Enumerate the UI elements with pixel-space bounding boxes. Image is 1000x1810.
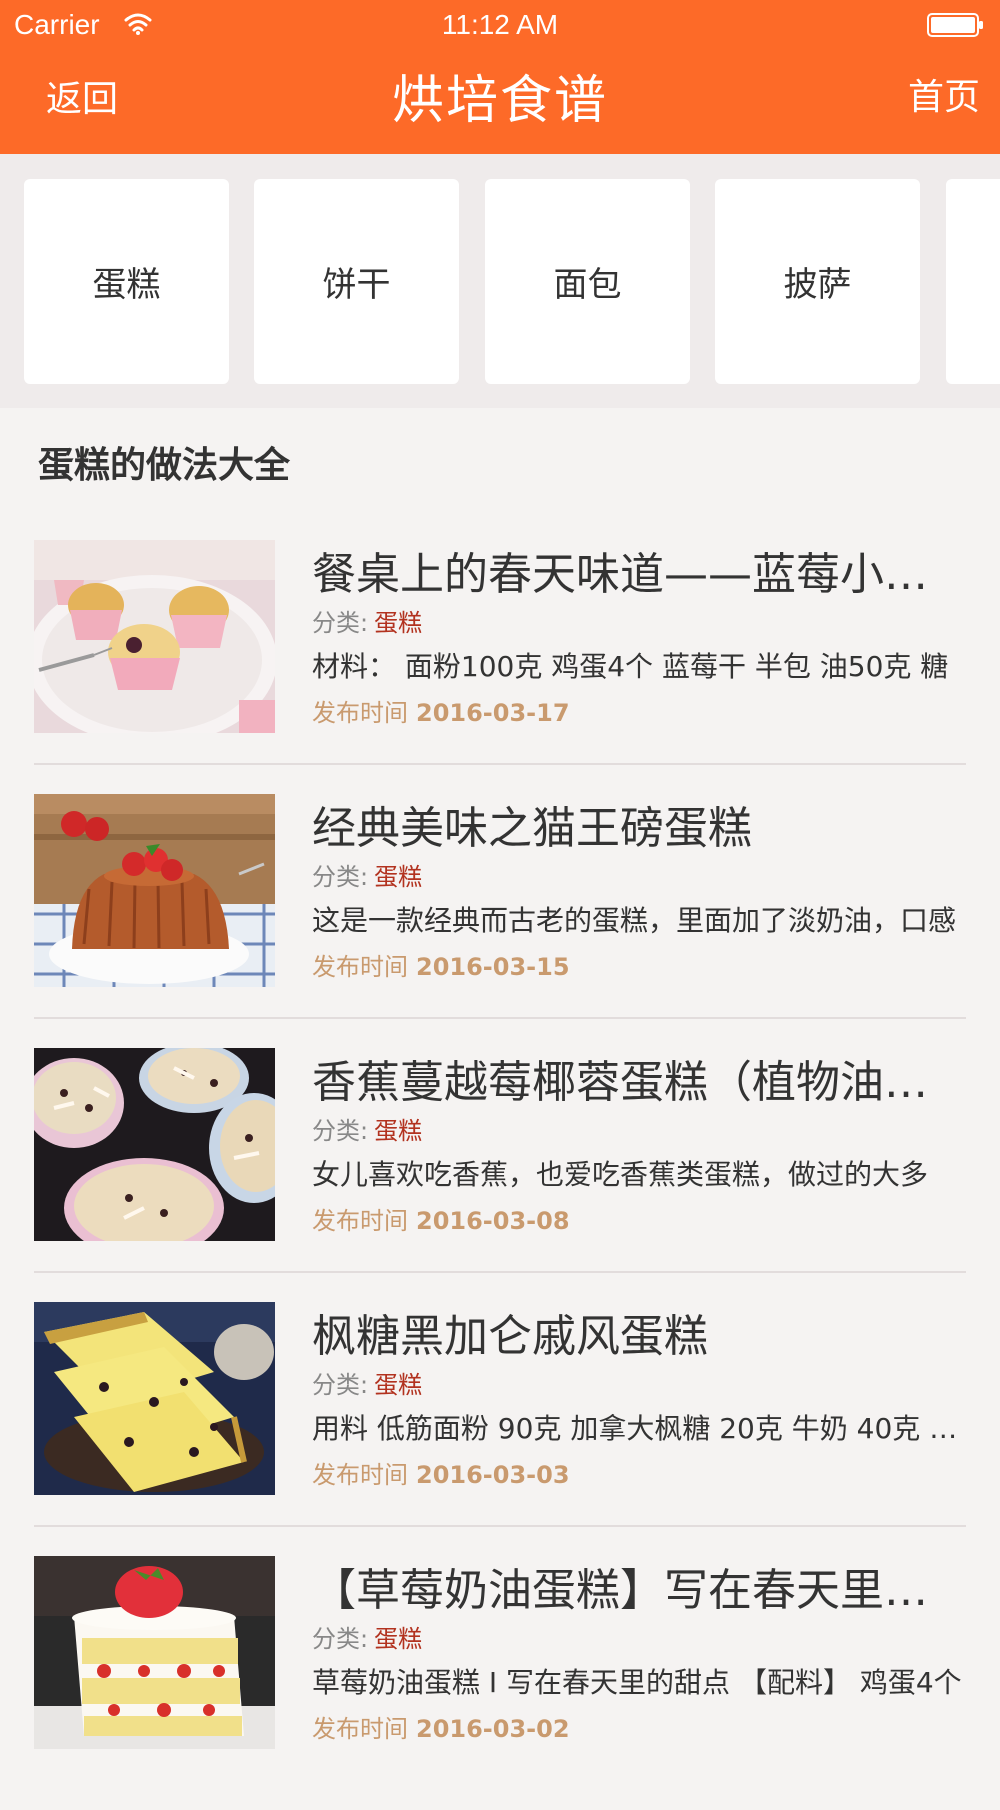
recipe-item[interactable]: 经典美味之猫王磅蛋糕 分类: 蛋糕 这是一款经典而古老的蛋糕，里面加了淡奶油，口感… xyxy=(0,794,1000,1048)
date-label: 发布时间 xyxy=(312,1207,408,1235)
recipe-item[interactable]: 香蕉蔓越莓椰蓉蛋糕（植物油无泡打粉版） 分类:蛋糕 女儿喜欢吃香蕉，也爱吃香蕉类… xyxy=(0,1048,1000,1302)
category-value[interactable]: 蛋糕 xyxy=(374,1371,422,1399)
category-card-cookies[interactable]: 饼干 xyxy=(254,179,459,384)
category-label: 分类: xyxy=(312,1117,369,1145)
recipe-title: 香蕉蔓越莓椰蓉蛋糕（植物油无泡打粉版） xyxy=(312,1057,966,1108)
recipe-category: 分类: 蛋糕 xyxy=(312,862,422,892)
category-label: 蛋糕 xyxy=(92,265,161,305)
date-value: 2016-03-15 xyxy=(416,953,570,981)
recipe-date: 发布时间 2016-03-08 xyxy=(312,1206,570,1236)
home-button[interactable]: 首页 xyxy=(908,76,980,120)
recipe-date: 发布时间 2016-03-17 xyxy=(312,698,570,728)
recipe-category: 分类: 蛋糕 xyxy=(312,1370,422,1400)
recipe-category: 分类: 蛋糕 xyxy=(312,608,422,638)
strawberry-cream-cake-photo xyxy=(34,1556,275,1749)
recipe-title: 餐桌上的春天味道——蓝莓小蛋糕 xyxy=(312,549,966,600)
recipe-description: 这是一款经典而古老的蛋糕，里面加了淡奶油，口感 xyxy=(312,904,957,937)
recipe-date: 发布时间 2016-03-02 xyxy=(312,1714,570,1744)
chiffon-cake-photo xyxy=(34,1302,275,1495)
battery-icon xyxy=(927,12,985,38)
recipe-category: 分类: 蛋糕 xyxy=(312,1624,422,1654)
category-carousel[interactable]: 蛋糕 饼干 面包 披萨 xyxy=(0,154,1000,408)
page-title: 烘培食谱 xyxy=(391,71,608,131)
nav-header: Carrier 11:12 AM 返回 烘培食谱 首页 xyxy=(0,0,1000,154)
category-value[interactable]: 蛋糕 xyxy=(374,1117,422,1145)
blueberry-muffin-photo xyxy=(34,540,275,733)
recipe-date: 发布时间 2016-03-03 xyxy=(312,1460,570,1490)
category-card-bread[interactable]: 面包 xyxy=(485,179,690,384)
date-value: 2016-03-17 xyxy=(416,699,570,727)
back-button[interactable]: 返回 xyxy=(46,78,118,122)
category-value[interactable]: 蛋糕 xyxy=(374,609,422,637)
category-card-pizza[interactable]: 披萨 xyxy=(715,179,920,384)
divider xyxy=(34,763,966,765)
recipe-title: 【草莓奶油蛋糕】写在春天里的甜点 xyxy=(312,1565,966,1616)
category-label: 分类: xyxy=(312,1625,369,1653)
category-label: 饼干 xyxy=(322,265,391,305)
category-label: 分类: xyxy=(312,863,369,891)
date-value: 2016-03-08 xyxy=(416,1207,570,1235)
recipe-item[interactable]: 枫糖黑加仑戚风蛋糕 分类: 蛋糕 用料 低筋面粉 90克 加拿大枫糖 20克 牛奶… xyxy=(0,1302,1000,1556)
recipe-description: 材料： 面粉100克 鸡蛋4个 蓝莓干 半包 油50克 糖 xyxy=(312,650,949,683)
date-value: 2016-03-02 xyxy=(416,1715,570,1743)
divider xyxy=(34,1017,966,1019)
recipe-item[interactable]: 【草莓奶油蛋糕】写在春天里的甜点 分类: 蛋糕 草莓奶油蛋糕 I 写在春天里的甜点… xyxy=(0,1556,1000,1810)
recipe-title: 经典美味之猫王磅蛋糕 xyxy=(312,803,752,854)
category-label: 面包 xyxy=(553,265,622,305)
date-label: 发布时间 xyxy=(312,1715,408,1743)
category-card-cake[interactable]: 蛋糕 xyxy=(24,179,229,384)
category-card-partial[interactable] xyxy=(946,179,1000,384)
date-label: 发布时间 xyxy=(312,1461,408,1489)
section-title: 蛋糕的做法大全 xyxy=(38,445,291,486)
date-value: 2016-03-03 xyxy=(416,1461,570,1489)
recipe-date: 发布时间 2016-03-15 xyxy=(312,952,570,982)
category-label: 分类: xyxy=(312,609,369,637)
status-bar: Carrier 11:12 AM xyxy=(0,0,1000,50)
recipe-title: 枫糖黑加仑戚风蛋糕 xyxy=(312,1311,708,1362)
banana-muffins-photo xyxy=(34,1048,275,1241)
date-label: 发布时间 xyxy=(312,953,408,981)
recipe-description: 女儿喜欢吃香蕉，也爱吃香蕉类蛋糕，做过的大多 xyxy=(312,1158,929,1191)
recipe-description: 草莓奶油蛋糕 I 写在春天里的甜点 【配料】 鸡蛋4个 xyxy=(312,1666,962,1699)
bundt-cake-photo xyxy=(34,794,275,987)
category-label: 披萨 xyxy=(783,265,852,305)
date-label: 发布时间 xyxy=(312,699,408,727)
recipe-item[interactable]: 餐桌上的春天味道——蓝莓小蛋糕 分类: 蛋糕 材料： 面粉100克 鸡蛋4个 蓝莓… xyxy=(0,540,1000,794)
category-label: 分类: xyxy=(312,1371,369,1399)
category-value[interactable]: 蛋糕 xyxy=(374,1625,422,1653)
divider xyxy=(34,1271,966,1273)
recipe-description: 用料 低筋面粉 90克 加拿大枫糖 20克 牛奶 40克 鸡蛋 xyxy=(312,1412,966,1445)
recipe-category: 分类: 蛋糕 xyxy=(312,1116,422,1146)
divider xyxy=(34,1525,966,1527)
status-time: 11:12 AM xyxy=(441,9,559,40)
category-value[interactable]: 蛋糕 xyxy=(374,863,422,891)
